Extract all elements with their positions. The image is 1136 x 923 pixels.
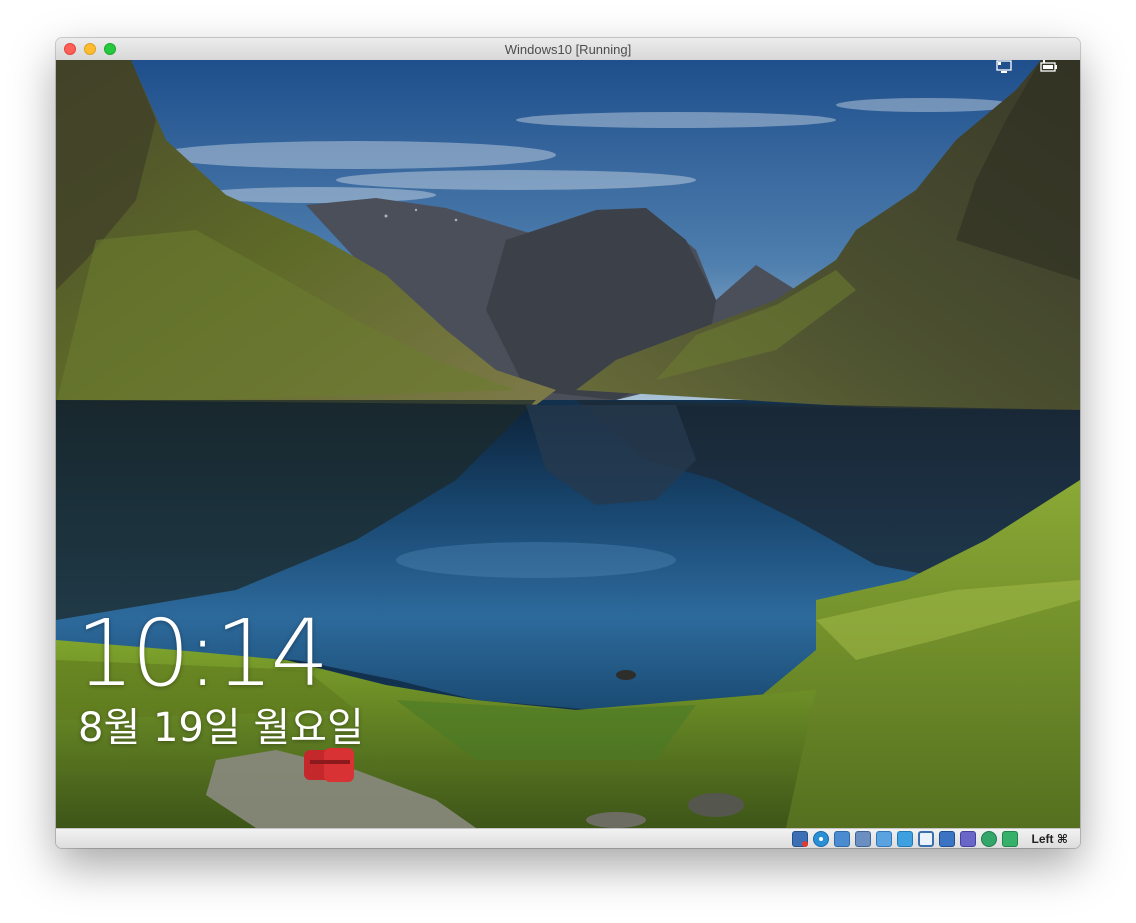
hard-disk-icon[interactable] xyxy=(792,831,808,847)
lock-screen-date: 8월 19일 월요일 xyxy=(78,705,364,751)
network-adapter-icon[interactable] xyxy=(855,831,871,847)
usb-icon[interactable] xyxy=(876,831,892,847)
shared-folders-icon[interactable] xyxy=(897,831,913,847)
title-bar[interactable]: Windows10 [Running] xyxy=(56,38,1080,61)
cpu-icon[interactable] xyxy=(960,831,976,847)
display-icon[interactable] xyxy=(918,831,934,847)
guest-screen[interactable]: 10:14 8월 19일 월요일 xyxy=(56,60,1080,828)
keyboard-capture-icon[interactable] xyxy=(1002,831,1018,847)
optical-drive-icon[interactable] xyxy=(813,831,829,847)
window-title: Windows10 [Running] xyxy=(504,42,632,57)
host-key-label: Left ⌘ xyxy=(1031,832,1068,846)
lock-screen-time: 10:14 xyxy=(76,600,329,707)
mouse-integration-icon[interactable] xyxy=(981,831,997,847)
video-capture-icon[interactable] xyxy=(939,831,955,847)
vm-window: Windows10 [Running] 10:14 8월 19일 월요일 Lef… xyxy=(56,38,1080,848)
vm-status-bar: Left ⌘ xyxy=(56,828,1080,848)
audio-icon[interactable] xyxy=(834,831,850,847)
backpack-illustration xyxy=(304,748,354,782)
network-icon[interactable] xyxy=(996,60,1014,74)
battery-icon[interactable] xyxy=(1040,60,1058,74)
